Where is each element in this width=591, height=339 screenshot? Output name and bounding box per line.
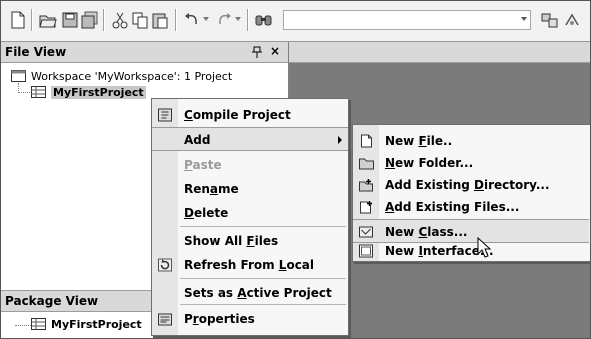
pin-icon[interactable] (252, 46, 262, 58)
compile-icon (158, 108, 172, 122)
project-icon (31, 318, 46, 330)
mouse-cursor-icon (477, 237, 492, 258)
copy-icon[interactable] (131, 11, 149, 29)
run-icon[interactable] (563, 11, 581, 29)
package-view-title: Package View (5, 294, 99, 308)
menu-item-rename[interactable]: Rename (152, 177, 348, 201)
undo-icon[interactable] (183, 11, 201, 29)
menu-item-add[interactable]: Add (152, 127, 348, 151)
submenu-item-new-file[interactable]: New File.. (353, 129, 590, 153)
add-files-icon (360, 201, 372, 214)
menu-separator (180, 226, 346, 227)
context-menu: Compile Project Add Paste Rename Delete Show … (151, 98, 349, 336)
properties-icon (158, 313, 172, 326)
ide-window: File View × Workspace 'MyWorkspace': 1 P… (0, 0, 591, 339)
search-combo[interactable] (283, 10, 531, 30)
submenu-item-new-interface[interactable]: New Interface... (353, 239, 590, 263)
toolbar-separator (103, 9, 105, 31)
redo-icon[interactable] (215, 11, 233, 29)
package-project-label: MyFirstProject (51, 318, 142, 331)
menu-item-compile-project[interactable]: Compile Project (152, 103, 348, 127)
folder-icon (359, 158, 374, 170)
editor-tab-strip (289, 42, 590, 63)
tree-line (18, 92, 30, 93)
toolbar (1, 1, 590, 42)
menu-separator (180, 278, 346, 279)
new-file-icon[interactable] (9, 11, 27, 29)
undo-dropdown-icon[interactable] (203, 17, 209, 21)
redo-dropdown-icon[interactable] (235, 17, 241, 21)
save-icon[interactable] (61, 11, 79, 29)
add-directory-icon (359, 179, 373, 192)
save-all-icon[interactable] (81, 11, 99, 29)
new-file-icon (361, 134, 372, 148)
toolbar-separator (247, 9, 249, 31)
close-icon[interactable]: × (270, 44, 280, 58)
workspace-icon (11, 70, 26, 82)
menu-item-delete[interactable]: Delete (152, 201, 348, 225)
menu-item-refresh-from-local[interactable]: Refresh From Local (152, 253, 348, 277)
build-icon[interactable] (541, 11, 559, 29)
workspace-label: Workspace 'MyWorkspace': 1 Project (31, 70, 233, 83)
file-view-header: File View × (1, 42, 288, 63)
open-folder-icon[interactable] (39, 11, 57, 29)
new-interface-icon (359, 244, 373, 258)
find-icon[interactable] (255, 11, 273, 29)
refresh-icon (158, 258, 172, 272)
project-icon (31, 86, 46, 98)
chevron-down-icon[interactable] (521, 17, 527, 21)
menu-item-show-all-files[interactable]: Show All Files (152, 229, 348, 253)
submenu-item-add-existing-files[interactable]: Add Existing Files... (353, 195, 590, 219)
new-class-icon (359, 226, 373, 238)
tree-line (15, 325, 31, 326)
submenu-arrow-icon (338, 136, 342, 144)
cut-icon[interactable] (111, 11, 129, 29)
toolbar-separator (175, 9, 177, 31)
menu-item-sets-as-active-project[interactable]: Sets as Active Project (152, 281, 348, 305)
add-submenu: New File.. New Folder... Add Existing Dire… (352, 124, 590, 263)
submenu-item-add-existing-directory[interactable]: Add Existing Directory... (353, 173, 590, 197)
project-label: MyFirstProject (51, 86, 146, 99)
submenu-item-new-folder[interactable]: New Folder... (353, 151, 590, 175)
toolbar-separator (31, 9, 33, 31)
menu-item-properties[interactable]: Properties (152, 307, 348, 331)
menu-item-paste: Paste (184, 158, 222, 172)
paste-icon[interactable] (151, 11, 169, 29)
file-view-title: File View (5, 45, 67, 59)
